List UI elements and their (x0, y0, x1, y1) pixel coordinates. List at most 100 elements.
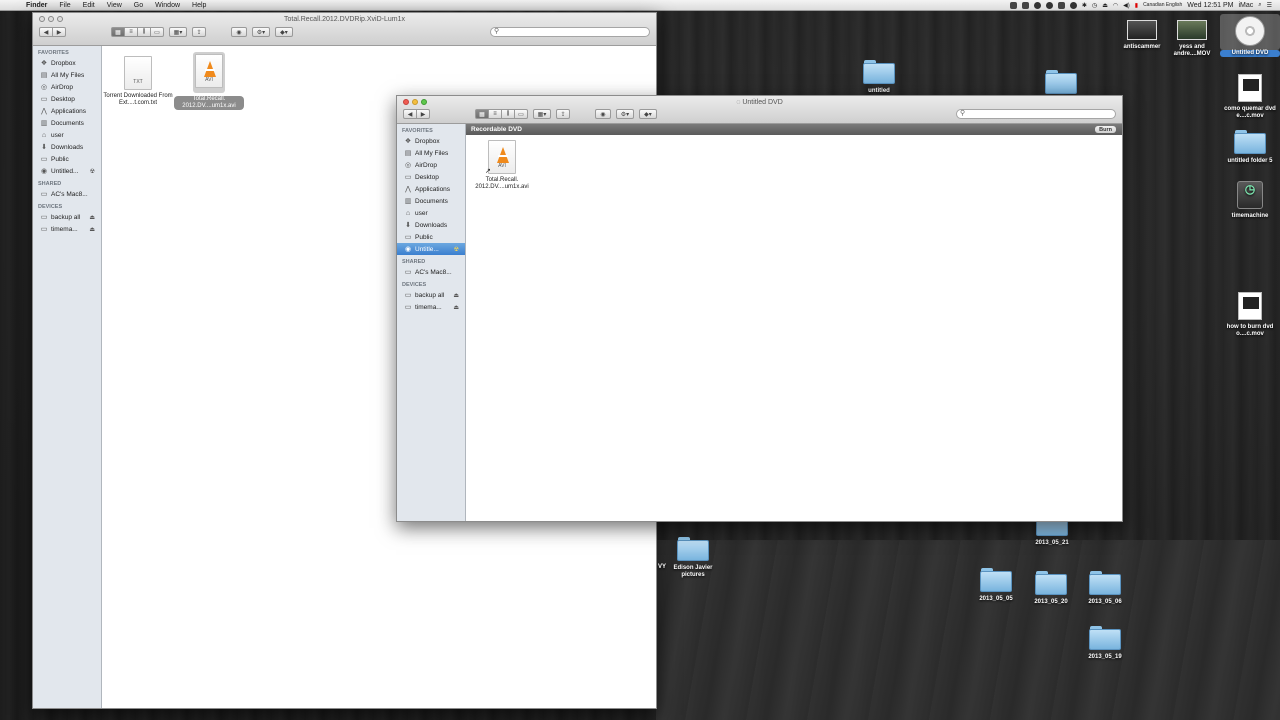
action-gear-button[interactable]: ⚙▾ (252, 27, 270, 37)
sidebar-item-shared-mac[interactable]: ▭ AC's Mac8... (397, 266, 465, 278)
status-app-icon[interactable] (1069, 1, 1077, 9)
sidebar-item-documents[interactable]: ▥ Documents (397, 195, 465, 207)
desktop-item-2013-05-05[interactable]: 2013_05_05 (966, 568, 1026, 603)
sidebar-item-all-my-files[interactable]: ▤ All My Files (397, 147, 465, 159)
desktop-item-partial-left[interactable]: VY (626, 537, 666, 571)
desktop-item-untitled-partial[interactable]: untitled (849, 60, 909, 95)
file-item-txt[interactable]: TXT Torrent Downloaded From Ext....t.com… (103, 56, 173, 107)
arrange-button[interactable]: ▦▾ (533, 109, 551, 119)
desktop-item-yess-andre-mov[interactable]: yess and andre....MOV (1162, 20, 1222, 58)
menu-view[interactable]: View (101, 2, 128, 9)
sidebar-item-backup-all[interactable]: ▭ backup all ⏏ (33, 211, 101, 223)
share-button[interactable]: ⇪ (556, 109, 570, 119)
desktop-item-edison-javier-pictures[interactable]: Edison Javier pictures (663, 537, 723, 579)
menu-help[interactable]: Help (186, 2, 212, 9)
sidebar-item-downloads[interactable]: ⬇ Downloads (33, 141, 101, 153)
desktop-item-2013-05-06[interactable]: 2013_05_06 (1075, 571, 1135, 606)
coverflow-view-button[interactable]: ▭ (514, 109, 528, 119)
eject-icon[interactable]: ⏏ (89, 214, 95, 221)
icon-view-button[interactable]: ▦ (475, 109, 489, 119)
time-machine-icon[interactable]: ◷ (1092, 2, 1097, 9)
input-source-flag-icon[interactable]: ▮ (1135, 2, 1138, 9)
file-item-avi-alias[interactable]: AVI ↗ Total.Recall. 2012.DV....um1x.avi (467, 140, 537, 191)
sidebar-item-documents[interactable]: ▥ Documents (33, 117, 101, 129)
sidebar-item-applications[interactable]: ⋀ Applications (397, 183, 465, 195)
wifi-icon[interactable]: ◠ (1113, 2, 1118, 9)
back-button[interactable]: ◀ (403, 109, 417, 119)
sidebar-item-public[interactable]: ▭ Public (397, 231, 465, 243)
notification-center-icon[interactable]: ☰ (1267, 2, 1272, 9)
desktop-item-2013-05-19[interactable]: 2013_05_19 (1075, 626, 1135, 661)
eject-icon[interactable]: ⏏ (453, 292, 459, 299)
column-view-button[interactable]: ⫼ (137, 27, 151, 37)
burn-icon[interactable]: ☢ (90, 168, 95, 175)
menu-go[interactable]: Go (128, 2, 149, 9)
bluetooth-icon[interactable]: ✱ (1082, 2, 1087, 9)
status-app-icon[interactable] (1057, 1, 1065, 9)
back-button[interactable]: ◀ (39, 27, 53, 37)
desktop-item-untitled-folder-5[interactable]: untitled folder 5 (1220, 130, 1280, 165)
sidebar-item-desktop[interactable]: ▭ Desktop (397, 171, 465, 183)
volume-icon[interactable]: ◀) (1123, 2, 1130, 9)
forward-button[interactable]: ▶ (52, 27, 66, 37)
sidebar-item-all-my-files[interactable]: ▤ All My Files (33, 69, 101, 81)
menu-window[interactable]: Window (149, 2, 186, 9)
sidebar-item-applications[interactable]: ⋀ Applications (33, 105, 101, 117)
list-view-button[interactable]: ≡ (488, 109, 502, 119)
sidebar-item-timemachine[interactable]: ▭ timema... ⏏ (33, 223, 101, 235)
status-app-icon[interactable] (1021, 1, 1029, 9)
sidebar-item-shared-mac[interactable]: ▭ AC's Mac8... (33, 188, 101, 200)
action-gear-button[interactable]: ⚙▾ (616, 109, 634, 119)
sidebar-item-airdrop[interactable]: ◎ AirDrop (397, 159, 465, 171)
sidebar-item-downloads[interactable]: ⬇ Downloads (397, 219, 465, 231)
input-source-label[interactable]: Canadian English (1143, 2, 1182, 8)
clock[interactable]: Wed 12:51 PM (1187, 2, 1233, 9)
desktop-item-folder-partial[interactable] (1031, 70, 1091, 98)
status-app-icon[interactable] (1033, 1, 1041, 9)
sidebar-item-airdrop[interactable]: ◎ AirDrop (33, 81, 101, 93)
burn-icon[interactable]: ☢ (454, 246, 459, 253)
icon-view-button[interactable]: ▦ (111, 27, 125, 37)
sidebar-item-timemachine[interactable]: ▭ timema... ⏏ (397, 301, 465, 313)
desktop-item-how-to-burn[interactable]: how to burn dvd o....c.mov (1220, 292, 1280, 338)
sidebar-item-desktop[interactable]: ▭ Desktop (33, 93, 101, 105)
arrange-button[interactable]: ▦▾ (169, 27, 187, 37)
burn-bar: Recordable DVD Burn (466, 124, 1122, 135)
desktop-item-2013-05-20[interactable]: 2013_05_20 (1021, 571, 1081, 606)
eject-icon[interactable]: ⏏ (89, 226, 95, 233)
desktop-item-untitled-dvd[interactable]: Untitled DVD (1220, 14, 1280, 57)
status-app-icon[interactable] (1009, 1, 1017, 9)
sidebar-item-backup-all[interactable]: ▭ backup all ⏏ (397, 289, 465, 301)
dropbox-toolbar-button[interactable]: ◆▾ (275, 27, 293, 37)
quick-look-button[interactable]: ◉ (231, 27, 247, 37)
menu-file[interactable]: File (53, 2, 76, 9)
column-view-button[interactable]: ⫼ (501, 109, 515, 119)
coverflow-view-button[interactable]: ▭ (150, 27, 164, 37)
sidebar-item-user[interactable]: ⌂ user (397, 207, 465, 219)
eject-menu-icon[interactable]: ⏏ (1102, 2, 1108, 9)
desktop-item-como-quemar[interactable]: como quemar dvd e....c.mov (1220, 74, 1280, 120)
desktop-item-timemachine[interactable]: ◷ timemachine (1220, 181, 1280, 220)
sidebar-item-user[interactable]: ⌂ user (33, 129, 101, 141)
eject-icon[interactable]: ⏏ (453, 304, 459, 311)
burn-button[interactable]: Burn (1095, 126, 1116, 133)
share-button[interactable]: ⇪ (192, 27, 206, 37)
quick-look-button[interactable]: ◉ (595, 109, 611, 119)
sidebar-item-untitled-dvd[interactable]: ◉ Untitled... ☢ (33, 165, 101, 177)
sidebar-item-untitled-dvd[interactable]: ◉ Untitle... ☢ (397, 243, 465, 255)
sidebar-item-dropbox[interactable]: ❖ Dropbox (33, 57, 101, 69)
sidebar-item-dropbox[interactable]: ❖ Dropbox (397, 135, 465, 147)
computer-name[interactable]: iMac (1238, 2, 1253, 9)
search-field[interactable]: ⚲ (490, 27, 650, 37)
search-field[interactable]: ⚲ (956, 109, 1116, 119)
file-item-avi[interactable]: AVI Total.Recall. 2012.DV....um1x.avi (174, 52, 244, 110)
dropbox-toolbar-button[interactable]: ◆▾ (639, 109, 657, 119)
dropbox-status-icon[interactable] (1045, 1, 1053, 9)
forward-button[interactable]: ▶ (416, 109, 430, 119)
sidebar-item-public[interactable]: ▭ Public (33, 153, 101, 165)
menu-edit[interactable]: Edit (77, 2, 101, 9)
all-files-icon: ▤ (404, 150, 412, 157)
spotlight-icon[interactable]: ⌕ (1258, 2, 1261, 9)
list-view-button[interactable]: ≡ (124, 27, 138, 37)
menu-finder[interactable]: Finder (20, 2, 53, 9)
